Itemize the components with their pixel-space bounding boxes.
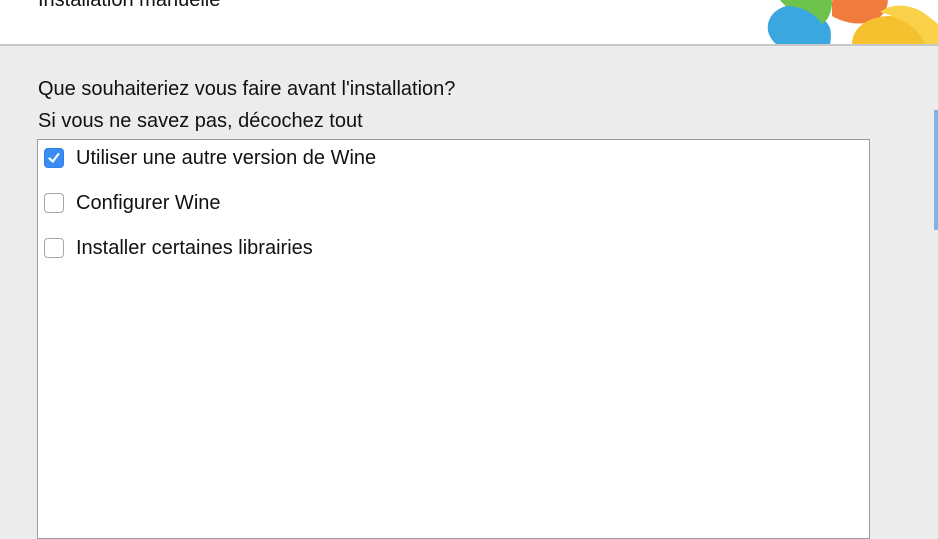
header-bar: Installation manuelle [0, 0, 938, 46]
window-edge-accent [934, 110, 938, 230]
option-label: Utiliser une autre version de Wine [76, 147, 377, 169]
prompt-hint: Si vous ne savez pas, décochez tout [38, 110, 363, 132]
window-title: Installation manuelle [38, 0, 221, 11]
option-configure-wine[interactable]: Configurer Wine [44, 190, 221, 216]
checkbox-checked-icon[interactable] [44, 148, 64, 168]
option-label: Installer certaines librairies [76, 237, 313, 259]
playonmac-logo-icon [767, 0, 938, 44]
checkbox-unchecked-icon[interactable] [44, 193, 64, 213]
option-other-wine-version[interactable]: Utiliser une autre version de Wine [44, 145, 376, 171]
checkmark-icon [48, 152, 60, 163]
options-list: Utiliser une autre version de Wine Confi… [37, 139, 870, 539]
option-label: Configurer Wine [76, 192, 221, 214]
option-install-libraries[interactable]: Installer certaines librairies [44, 235, 313, 261]
prompt-question: Que souhaiteriez vous faire avant l'inst… [38, 78, 456, 100]
checkbox-unchecked-icon[interactable] [44, 238, 64, 258]
